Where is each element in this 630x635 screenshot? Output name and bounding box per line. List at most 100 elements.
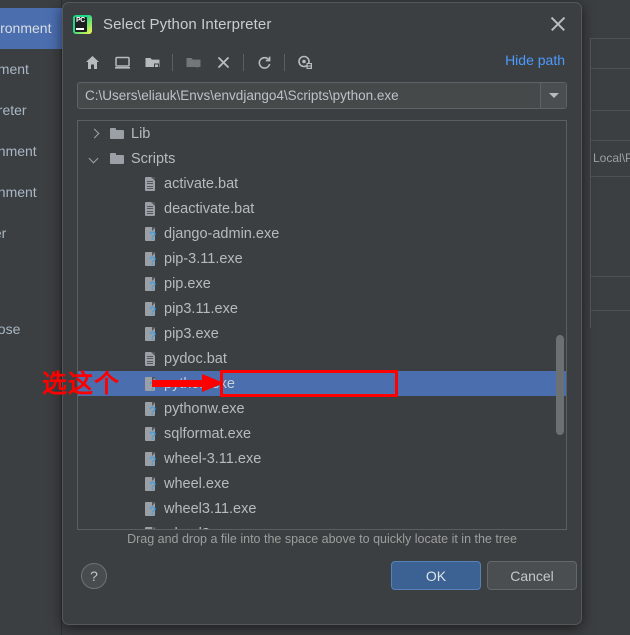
background-list-item[interactable]: ter [0, 213, 62, 254]
executable-file-icon: ? [142, 426, 158, 442]
executable-file-icon: ? [142, 251, 158, 267]
annotation-arrow-icon [152, 374, 224, 392]
dialog-title: Select Python Interpreter [103, 15, 272, 33]
path-input[interactable]: C:\Users\eliauk\Envs\envdjango4\Scripts\… [78, 83, 540, 108]
dialog-button-bar: ? OK Cancel [63, 559, 581, 601]
chevron-down-icon[interactable] [88, 152, 101, 165]
dialog-titlebar: PC Select Python Interpreter [63, 3, 581, 45]
annotation-note-text: 选这个 [42, 369, 121, 398]
background-right-panel: Local\P [585, 0, 630, 635]
tree-row-label: Scripts [131, 150, 176, 167]
tree-row-label: django-admin.exe [164, 225, 280, 242]
tree-twisty-placeholder [121, 452, 134, 465]
background-right-table: Local\P [590, 38, 630, 328]
pycharm-logo-icon: PC [73, 14, 92, 34]
executable-file-icon: ? [142, 301, 158, 317]
new-folder-icon[interactable] [178, 49, 208, 75]
background-left-panel: vironmentnmentpreteronmentonmentteroose [0, 0, 62, 635]
home-icon[interactable] [77, 49, 107, 75]
tree-row[interactable]: pydoc.bat [78, 346, 566, 371]
toolbar-separator [172, 53, 173, 71]
tree-row[interactable]: ? pip3.11.exe [78, 296, 566, 321]
path-field-row: C:\Users\eliauk\Envs\envdjango4\Scripts\… [77, 82, 567, 109]
tree-row-label: pythonw.exe [164, 400, 245, 417]
tree-row-label: pip.exe [164, 275, 211, 292]
tree-row-label: wheel3.exe [164, 526, 237, 530]
dialog-toolbar: Hide path [63, 45, 581, 79]
close-icon[interactable] [547, 13, 569, 35]
ok-button[interactable]: OK [391, 561, 481, 590]
tree-twisty-placeholder [121, 327, 134, 340]
tree-twisty-placeholder [121, 477, 134, 490]
tree-row-label: pip3.exe [164, 325, 219, 342]
tree-row[interactable]: ? pythonw.exe [78, 396, 566, 421]
executable-file-icon: ? [142, 276, 158, 292]
tree-scrollbar[interactable] [554, 122, 565, 528]
tree-row-label: pydoc.bat [164, 350, 227, 367]
tree-row-label: wheel3.11.exe [164, 500, 257, 517]
executable-file-icon: ? [142, 526, 158, 529]
document-file-icon [142, 176, 158, 192]
executable-file-icon: ? [142, 451, 158, 467]
tree-row[interactable]: ? wheel3.exe [78, 521, 566, 530]
background-list-item[interactable]: onment [0, 172, 62, 213]
tree-twisty-placeholder [121, 202, 134, 215]
tree-twisty-placeholder [121, 402, 134, 415]
background-list-item[interactable]: onment [0, 131, 62, 172]
toolbar-separator [284, 53, 285, 71]
cancel-button[interactable]: Cancel [487, 561, 577, 590]
executable-file-icon: ? [142, 326, 158, 342]
tree-twisty-placeholder [121, 227, 134, 240]
tree-twisty-placeholder [121, 177, 134, 190]
tree-scrollbar-thumb[interactable] [556, 335, 564, 435]
executable-file-icon: ? [142, 476, 158, 492]
document-file-icon [142, 351, 158, 367]
project-folder-icon[interactable] [137, 49, 167, 75]
tree-twisty-placeholder [121, 302, 134, 315]
hide-path-link[interactable]: Hide path [505, 52, 565, 68]
chevron-down-icon [548, 93, 559, 98]
help-button[interactable]: ? [81, 563, 107, 589]
toolbar-separator [243, 53, 244, 71]
document-file-icon [142, 201, 158, 217]
tree-row[interactable]: ? wheel-3.11.exe [78, 446, 566, 471]
background-list-item[interactable]: nment [0, 49, 62, 90]
tree-row-label: pip-3.11.exe [164, 250, 243, 267]
tree-row-label: sqlformat.exe [164, 425, 252, 442]
drag-drop-hint: Drag and drop a file into the space abov… [127, 532, 517, 546]
background-list-item[interactable]: preter [0, 90, 62, 131]
tree-twisty-placeholder [121, 377, 134, 390]
tree-row[interactable]: deactivate.bat [78, 196, 566, 221]
path-dropdown-button[interactable] [540, 83, 566, 108]
background-left-list: vironmentnmentpreteronmentonmentteroose [0, 8, 62, 350]
tree-row[interactable]: ? django-admin.exe [78, 221, 566, 246]
file-tree-panel[interactable]: Lib Scripts activate.bat deactivate.bat? dja… [77, 120, 567, 530]
pycharm-logo-text: PC [76, 16, 85, 24]
tree-twisty-placeholder [121, 277, 134, 290]
executable-file-icon: ? [142, 401, 158, 417]
file-tree-list[interactable]: Lib Scripts activate.bat deactivate.bat? dja… [78, 121, 566, 529]
folder-icon [109, 151, 125, 167]
tree-row-label: Lib [131, 125, 151, 142]
delete-icon[interactable] [208, 49, 238, 75]
tree-row-label: wheel.exe [164, 475, 230, 492]
tree-row[interactable]: activate.bat [78, 171, 566, 196]
show-hidden-icon[interactable] [290, 49, 320, 75]
annotation-highlight-box [220, 370, 398, 397]
tree-row[interactable]: Lib [78, 121, 566, 146]
refresh-icon[interactable] [249, 49, 279, 75]
background-list-item[interactable]: vironment [0, 8, 62, 49]
tree-twisty-placeholder [121, 527, 134, 529]
background-list-item[interactable]: oose [0, 309, 62, 350]
chevron-right-icon[interactable] [88, 127, 101, 140]
tree-row[interactable]: ? pip.exe [78, 271, 566, 296]
tree-row[interactable]: ? pip-3.11.exe [78, 246, 566, 271]
tree-row-label: deactivate.bat [164, 200, 255, 217]
tree-row[interactable]: ? wheel.exe [78, 471, 566, 496]
tree-row[interactable]: ? wheel3.11.exe [78, 496, 566, 521]
tree-row[interactable]: ? sqlformat.exe [78, 421, 566, 446]
tree-row[interactable]: Scripts [78, 146, 566, 171]
tree-row-label: activate.bat [164, 175, 239, 192]
desktop-icon[interactable] [107, 49, 137, 75]
tree-row[interactable]: ? pip3.exe [78, 321, 566, 346]
